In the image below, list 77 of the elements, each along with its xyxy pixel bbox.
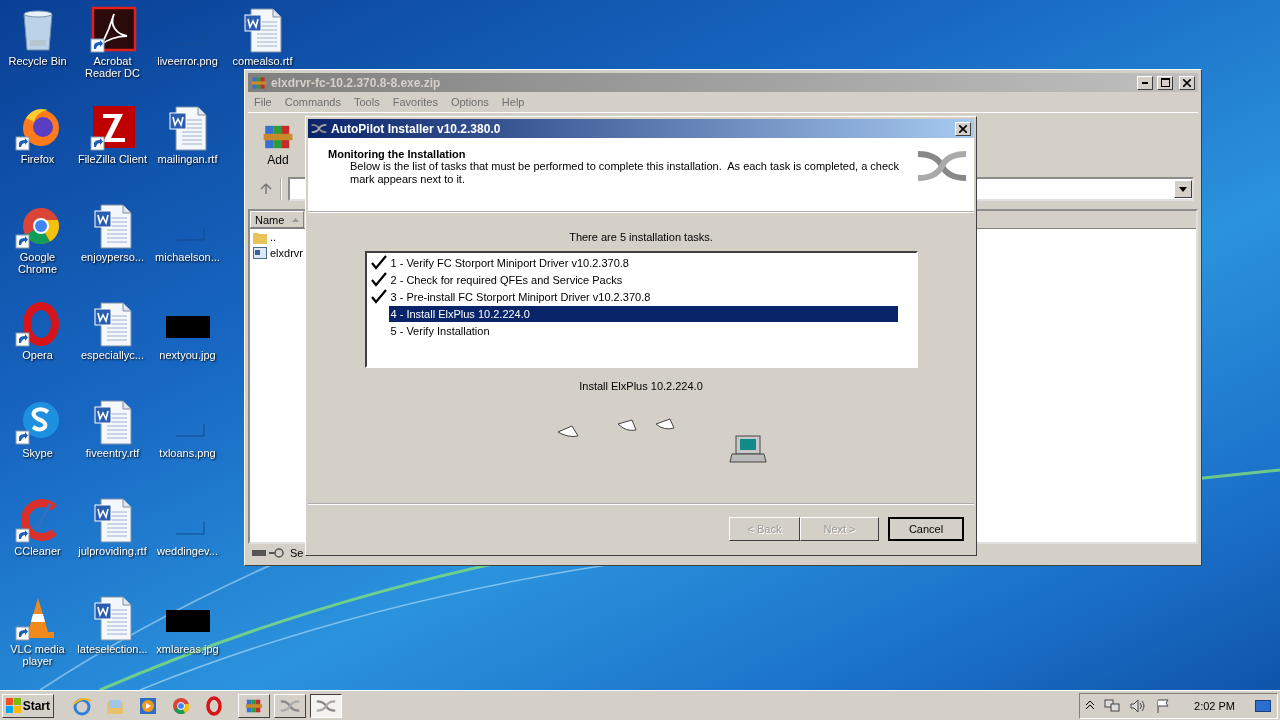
window-title: AutoPilot Installer v10.2.380.0	[331, 121, 502, 136]
close-icon	[959, 124, 967, 133]
status-text: Se	[290, 547, 304, 559]
file-name[interactable]: ..	[270, 231, 277, 243]
sort-icon	[292, 217, 299, 222]
task-item[interactable]: 5 - Verify Installation	[388, 322, 898, 339]
menu-item[interactable]: Help	[501, 96, 525, 108]
maximize-icon	[1160, 78, 1170, 87]
start-button[interactable]: Start	[2, 693, 54, 718]
application-icon	[253, 247, 267, 259]
volume-icon[interactable]	[1130, 698, 1147, 713]
clock[interactable]: 2:02 PM	[1194, 699, 1235, 712]
windows-flag-icon	[6, 698, 21, 713]
icon-label[interactable]: Acrobat Reader DC	[75, 55, 150, 79]
logo-icon	[311, 123, 327, 134]
add-button[interactable]: Add	[262, 121, 294, 167]
page-description: Below is the list of tasks that must be performed to complete this installation. As each task is completed, a check mark appears next to it.	[350, 160, 901, 186]
menu-item[interactable]: Commands	[284, 96, 341, 108]
column-header[interactable]: Name	[250, 211, 304, 228]
icon-label[interactable]: Opera	[22, 349, 53, 361]
network-icon[interactable]	[1104, 698, 1121, 713]
show-desktop-icon[interactable]	[1255, 699, 1271, 712]
icon-label[interactable]: enjoyperso...	[81, 251, 144, 263]
arrow-up-icon	[260, 183, 272, 195]
dialog-button[interactable]: Cancel	[888, 517, 964, 541]
minimize-button[interactable]	[1137, 75, 1153, 90]
browser-icon[interactable]	[204, 695, 224, 716]
task-item[interactable]: 1 - Verify FC Storport Miniport Driver v10.2.370.8	[388, 254, 898, 271]
icon-label[interactable]: mailingan.rtf	[157, 153, 218, 165]
icon-label[interactable]: comealso.rtf	[232, 55, 293, 67]
icon-label[interactable]: fiveentry.rtf	[85, 447, 140, 459]
icon-label[interactable]: Skype	[22, 447, 53, 459]
icon-label[interactable]: xmlareas.jpg	[156, 643, 219, 655]
icon-label[interactable]: weddingev...	[157, 545, 218, 557]
menu-item[interactable]: File	[254, 96, 272, 108]
task-item[interactable]: 4 - Install ElxPlus 10.2.224.0	[388, 305, 898, 322]
menu-item[interactable]: Tools	[354, 96, 380, 108]
page-heading: Monitoring the Installation	[328, 148, 467, 160]
menu-item[interactable]: Options	[450, 96, 489, 108]
dropdown-icon	[1179, 186, 1187, 192]
ftp-icon[interactable]	[88, 104, 137, 152]
pdf-icon[interactable]	[88, 6, 137, 54]
close-button[interactable]	[955, 121, 971, 136]
maximize-button[interactable]	[1157, 75, 1173, 90]
file-name[interactable]: elxdrvr	[270, 247, 303, 259]
browser-icon[interactable]	[13, 300, 62, 348]
icon-label[interactable]: txloans.png	[159, 447, 216, 459]
icon-label[interactable]: julproviding.rtf	[78, 545, 147, 557]
logo-icon	[916, 148, 968, 184]
minimize-icon	[1142, 81, 1148, 84]
chevron-up-icon[interactable]	[1086, 701, 1095, 710]
flag-icon[interactable]	[1156, 698, 1171, 713]
icon-label[interactable]: liveerror.png	[157, 55, 218, 67]
icon-label[interactable]: michaelson...	[155, 251, 220, 263]
icon-label[interactable]: FileZilla Client	[77, 153, 148, 165]
current-task-text: Install ElxPlus 10.2.224.0	[579, 380, 703, 392]
summary-text: There are 5 installation tasks.	[569, 231, 713, 243]
icon-label[interactable]: especiallyc...	[81, 349, 144, 361]
archive-icon	[251, 74, 267, 91]
close-icon	[1183, 78, 1191, 87]
media-player-icon[interactable]	[138, 695, 158, 716]
logo-icon	[316, 698, 336, 713]
task-item[interactable]: 3 - Pre-install FC Storport Miniport Driver v10.2.370.8	[388, 288, 898, 305]
window-title: elxdrvr-fc-10.2.370.8-8.exe.zip	[271, 75, 442, 90]
drive-icon	[252, 548, 286, 558]
menu-item[interactable]: Favorites	[392, 96, 438, 108]
logo-icon	[280, 698, 300, 713]
close-button[interactable]	[1179, 75, 1195, 90]
taskbar-button[interactable]	[310, 693, 342, 718]
icon-label[interactable]: nextyou.jpg	[159, 349, 216, 361]
icon-label[interactable]: lateselection...	[77, 643, 148, 655]
task-item[interactable]: 2 - Check for required QFEs and Service Packs	[388, 271, 898, 288]
icon-label[interactable]: Google Chrome	[0, 251, 75, 275]
icon-label[interactable]: Recycle Bin	[8, 55, 67, 67]
icon-label[interactable]: VLC media player	[0, 643, 75, 667]
icon-label[interactable]: CCleaner	[14, 545, 61, 557]
icon-label[interactable]: Firefox	[20, 153, 55, 165]
